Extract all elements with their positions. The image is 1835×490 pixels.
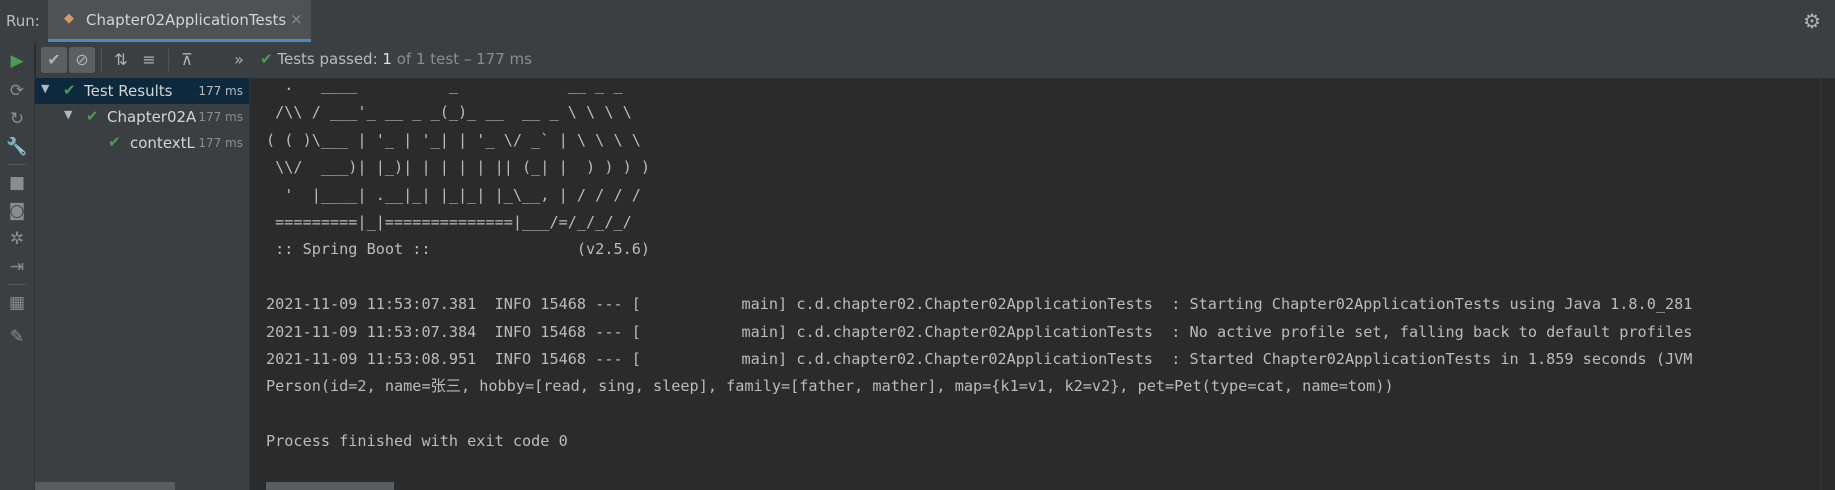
banner-line: ' |____| .__|_| |_|_| |_\__, | / / / / (266, 185, 641, 204)
rerun-failed-icon[interactable]: ⟳ (4, 78, 30, 104)
camera-icon[interactable]: ◙ (4, 198, 30, 224)
more-icon[interactable]: » (226, 47, 252, 73)
pin-icon[interactable]: ✎ (4, 324, 30, 350)
tree-row-label: Chapter02A (107, 108, 197, 126)
collapse-all-icon[interactable]: ⊼ (174, 47, 200, 73)
divider (168, 49, 169, 71)
divider (7, 284, 27, 285)
vertical-scrollbar[interactable] (1820, 78, 1835, 490)
show-passed-icon[interactable]: ✔ (41, 47, 67, 73)
console-output[interactable]: . ____ _ __ _ _ /\\ / ___'_ __ _ _(_)_ _… (250, 78, 1835, 490)
tree-row-time: 177 ms (198, 84, 243, 98)
toggle-auto-test-icon[interactable]: ↻ (4, 106, 30, 132)
tree-row-test-method[interactable]: ✔ contextL 177 ms (35, 130, 249, 156)
banner-line: /\\ / ___'_ __ _ _(_)_ __ __ _ \ \ \ \ (266, 103, 632, 122)
console-text: . ____ _ __ _ _ /\\ / ___'_ __ _ _(_)_ _… (266, 78, 1692, 456)
banner-line: =========|_|==============|___/=/_/_/_/ (266, 213, 632, 232)
check-icon: ✔ (63, 81, 76, 99)
divider (7, 164, 27, 165)
tab-title: Chapter02ApplicationTests (86, 11, 287, 29)
gear-icon[interactable]: ⚙ (1803, 9, 1821, 33)
summary-label: Tests passed: (277, 50, 378, 68)
log-line: 2021-11-09 11:53:07.381 INFO 15468 --- [… (266, 295, 1693, 314)
check-icon: ✔ (260, 50, 273, 68)
person-output-line: Person(id=2, name=张三, hobby=[read, sing,… (266, 377, 1394, 396)
horizontal-scrollbar[interactable] (266, 482, 394, 490)
sort-duration-icon[interactable]: ≡ (136, 47, 162, 73)
run-label: Run: (6, 12, 40, 30)
check-icon: ✔ (108, 133, 121, 151)
banner-line: ( ( )\___ | '_ | '_| | '_ \/ _` | \ \ \ … (266, 130, 641, 149)
sort-alpha-icon[interactable]: ⇅ (108, 47, 134, 73)
run-tool-window-header: Run: ◆ Chapter02ApplicationTests × ⚙ (0, 0, 1835, 43)
exit-line: Process finished with exit code 0 (266, 432, 568, 451)
chevron-down-icon[interactable]: ▼ (41, 82, 49, 95)
layout-icon[interactable]: ▦ (4, 290, 30, 316)
chevron-down-icon[interactable]: ▼ (64, 108, 72, 121)
test-run-icon: ◆ (64, 11, 74, 26)
wrench-icon[interactable]: 🔧 (4, 134, 30, 160)
tree-row-time: 177 ms (198, 136, 243, 150)
run-actions-strip: ▶ ⟳ ↻ 🔧 ■ ◙ ✲ ⇥ ▦ ✎ (0, 42, 35, 490)
test-results-tree: ▼ ✔ Test Results 177 ms ▼ ✔ Chapter02A 1… (35, 78, 250, 490)
log-line: 2021-11-09 11:53:07.384 INFO 15468 --- [… (266, 322, 1693, 341)
tree-row-label: contextL (130, 134, 195, 152)
log-line: 2021-11-09 11:53:08.951 INFO 15468 --- [… (266, 350, 1693, 369)
banner-line: . ____ _ __ _ _ (266, 78, 623, 94)
exit-icon[interactable]: ⇥ (4, 254, 30, 280)
tree-row-label: Test Results (84, 82, 173, 100)
tree-row-test-class[interactable]: ▼ ✔ Chapter02A 177 ms (35, 104, 249, 130)
test-toolbar: ✔ ⊘ ⇅ ≡ ⊼ » ✔ Tests passed: 1 of 1 test … (36, 42, 1835, 79)
tree-row-test-results[interactable]: ▼ ✔ Test Results 177 ms (35, 78, 249, 104)
banner-line: :: Spring Boot :: (v2.5.6) (266, 240, 651, 259)
close-icon[interactable]: × (290, 10, 303, 28)
tab-chapter02-application-tests[interactable]: ◆ Chapter02ApplicationTests × (48, 0, 311, 42)
stop-icon[interactable]: ■ (4, 170, 30, 196)
gear-export-icon[interactable]: ✲ (4, 226, 30, 252)
horizontal-scrollbar[interactable] (35, 482, 175, 490)
check-icon: ✔ (86, 107, 99, 125)
summary-detail: of 1 test – 177 ms (396, 50, 532, 68)
tree-row-time: 177 ms (198, 110, 243, 124)
show-ignored-icon[interactable]: ⊘ (69, 47, 95, 73)
banner-line: \\/ ___)| |_)| | | | | || (_| | ) ) ) ) (266, 158, 651, 177)
summary-count: 1 (382, 50, 392, 68)
rerun-icon[interactable]: ▶ (4, 48, 30, 74)
test-summary: ✔ Tests passed: 1 of 1 test – 177 ms (260, 50, 532, 68)
divider (101, 49, 102, 71)
